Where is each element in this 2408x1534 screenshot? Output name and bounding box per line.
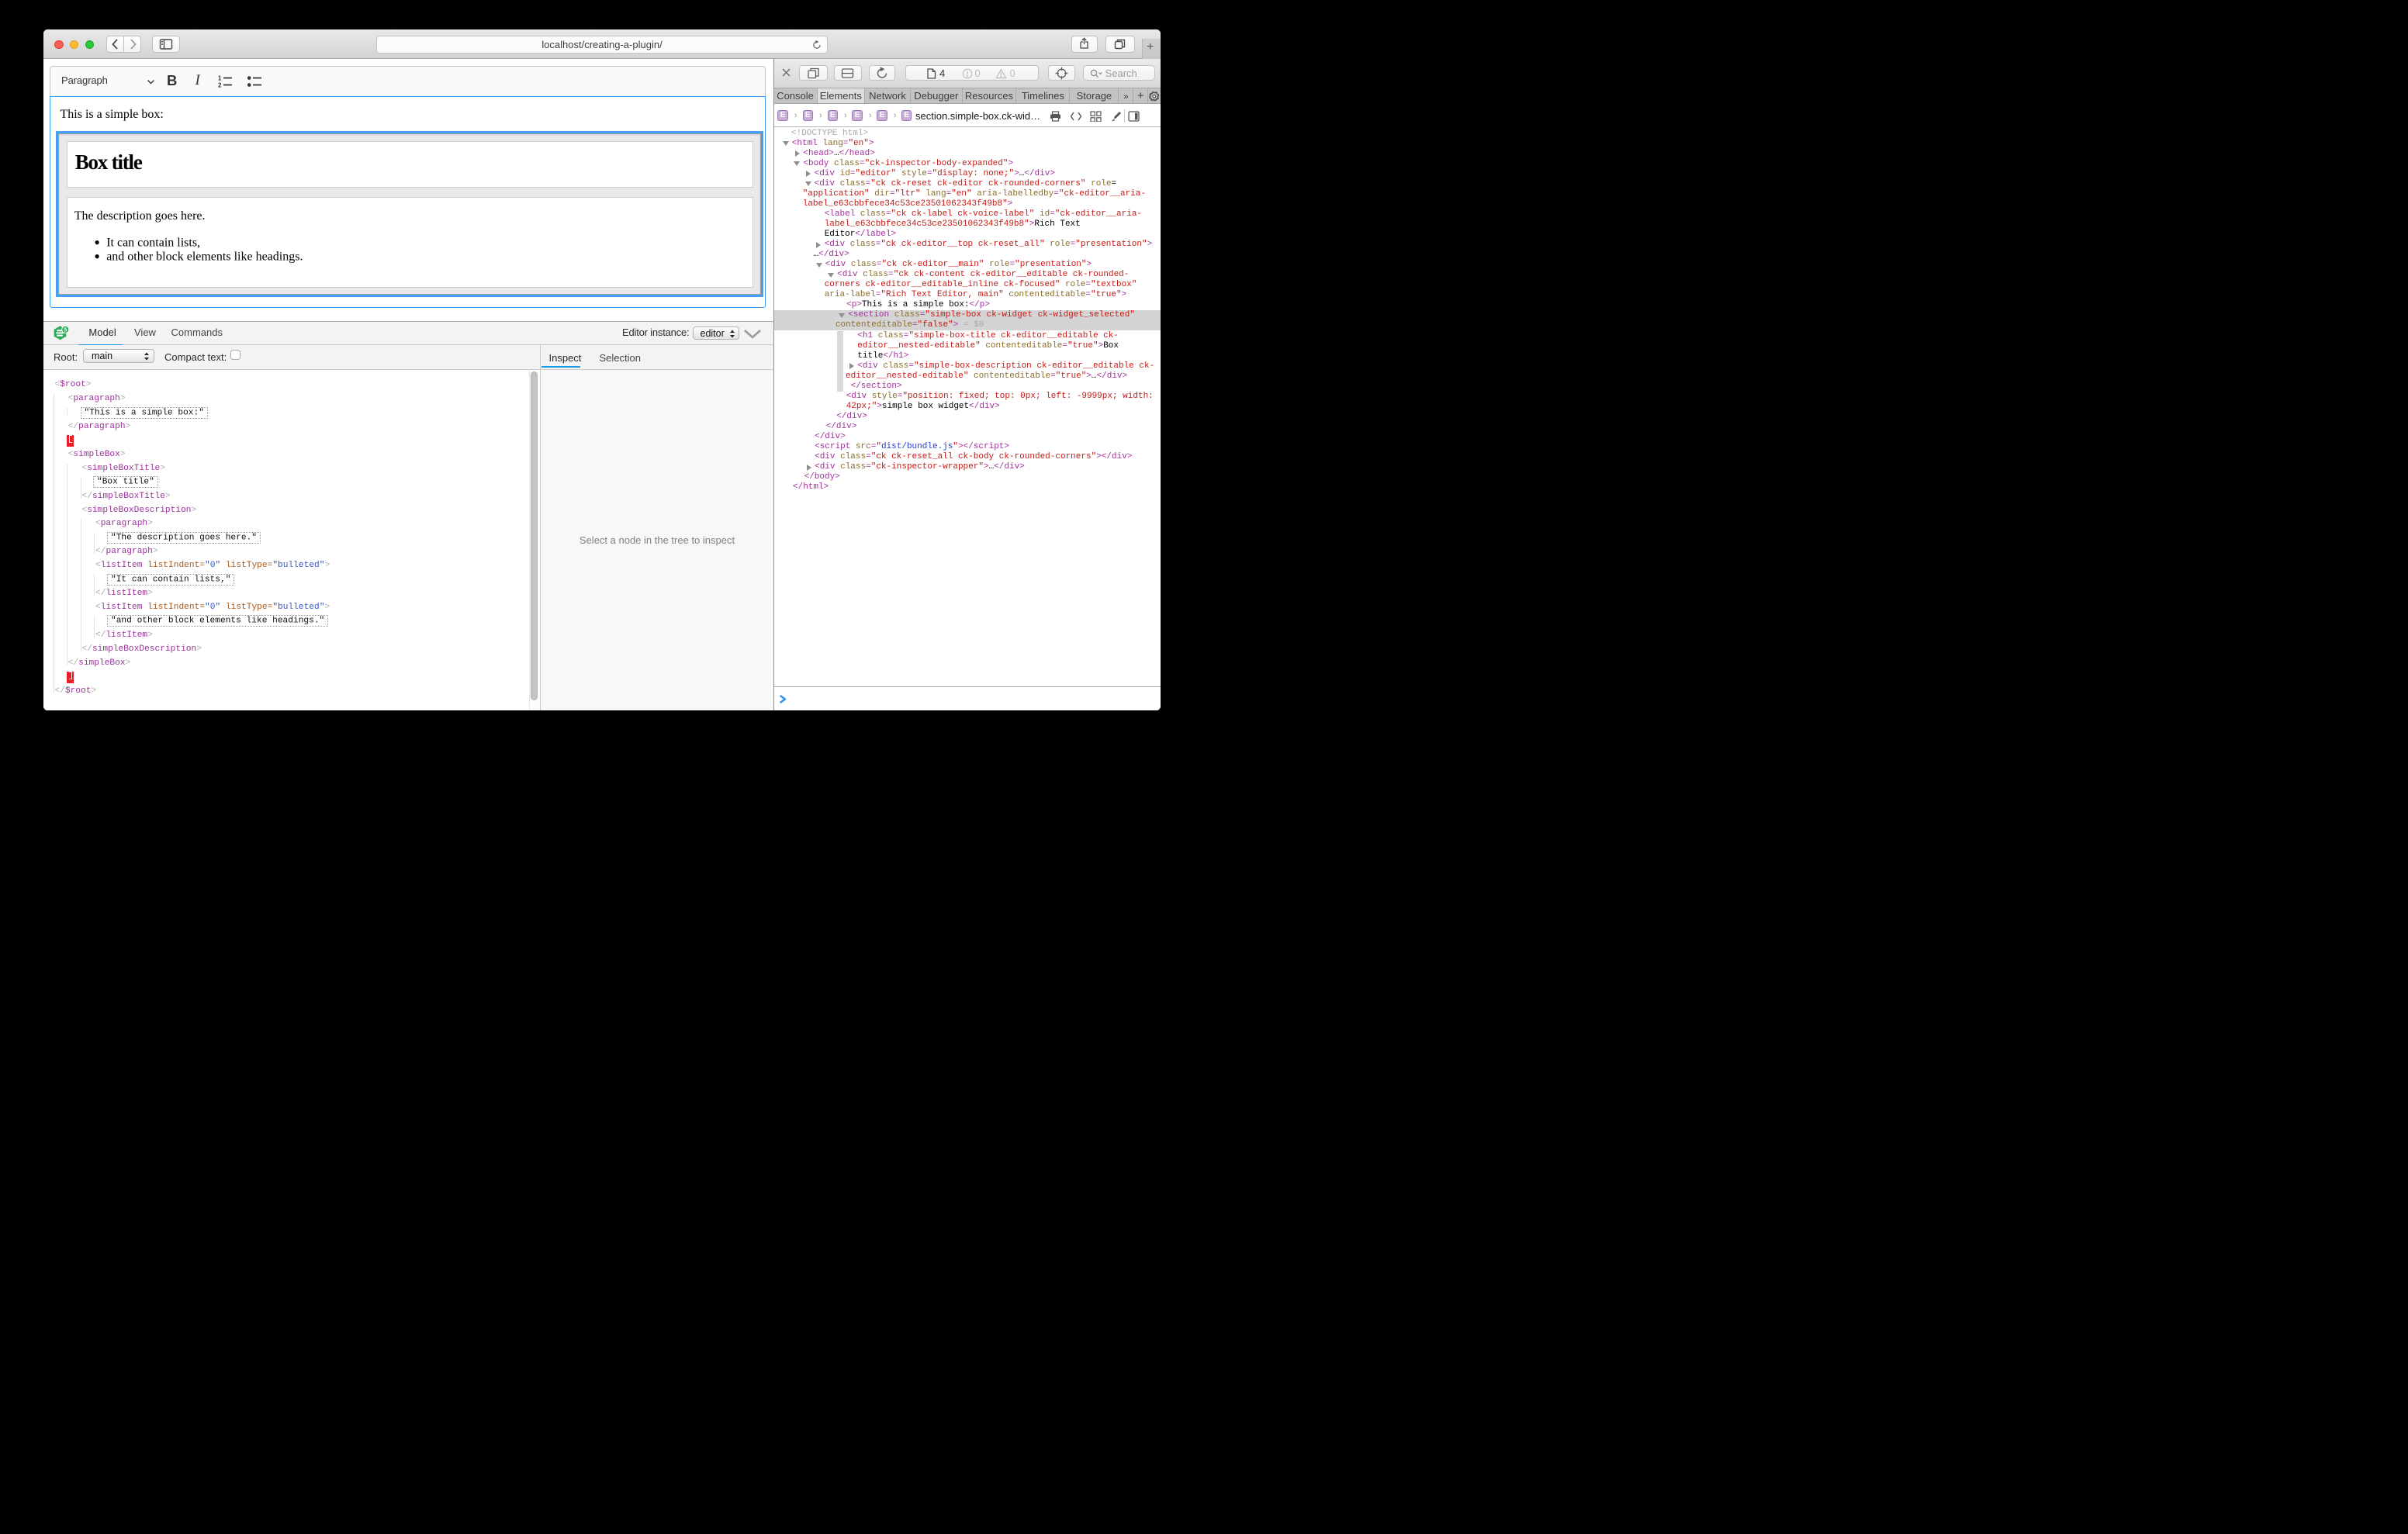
svg-text:1: 1 xyxy=(218,75,222,82)
svg-text:2: 2 xyxy=(218,82,222,89)
svg-text:5: 5 xyxy=(64,326,67,333)
